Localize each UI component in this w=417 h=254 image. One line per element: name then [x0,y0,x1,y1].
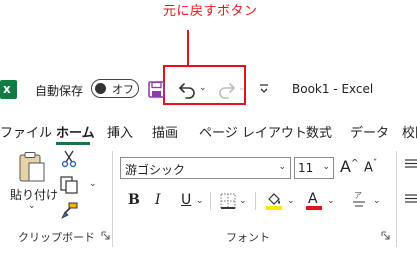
save-icon[interactable] [148,81,165,98]
document-title: Book1 - Excel [292,82,374,96]
font-name-dropdown-chevron-icon[interactable]: ⌄ [278,162,286,172]
font-group-label: フォント [226,231,270,244]
redo-dropdown-chevron-icon[interactable]: ⌄ [238,83,246,93]
tab-file[interactable]: ファイル [0,122,52,141]
clipboard-group-label: クリップボード [18,231,95,244]
group-separator [112,151,113,247]
toolbar-divider [255,192,256,210]
clipboard-launcher-icon[interactable] [101,231,110,240]
fill-color-dropdown-chevron-icon[interactable]: ⌄ [287,196,295,206]
format-painter-icon[interactable] [61,202,78,219]
increase-font-size-button[interactable]: A^ [340,157,359,176]
borders-icon[interactable] [220,193,236,209]
ribbon-tabs: ファイル ホーム 挿入 描画 ページ レイアウト 数式 データ 校閲 [0,115,417,145]
annotation-label: 元に戻すボタン [163,4,258,19]
tab-data[interactable]: データ [350,122,389,141]
customize-qat-icon[interactable] [258,82,270,96]
autosave-label: 自動保存 [35,84,84,98]
phonetic-glyph: ア [354,191,362,200]
bold-button[interactable]: B [128,192,140,208]
undo-dropdown-chevron-icon[interactable]: ⌄ [199,83,207,93]
phonetic-dropdown-chevron-icon[interactable]: ⌄ [373,196,381,206]
fill-color-icon[interactable] [265,191,283,211]
font-name-value: 游ゴシック [125,163,186,177]
tab-draw[interactable]: 描画 [152,122,178,141]
align-top-icon[interactable] [405,159,417,169]
quick-access-toolbar: x 自動保存 オフ ⌄ ⌄ Book1 - Excel [0,70,417,110]
redo-icon[interactable] [216,79,238,101]
underline-button[interactable]: U [181,192,191,208]
annotation-line [187,30,189,66]
ribbon-home: 貼り付け ⌄ ⌄ クリップボード 游ゴシック ⌄ 11 ⌄ A^ Aˇ B I … [0,145,417,254]
cut-icon[interactable] [61,150,77,168]
font-size-dropdown-chevron-icon[interactable]: ⌄ [322,162,330,172]
toolbar-divider [210,192,211,210]
tab-formulas[interactable]: 数式 [306,122,332,141]
tab-page-layout[interactable]: ページ レイアウト [199,122,307,141]
tab-review[interactable]: 校閲 [402,122,417,141]
tab-home[interactable]: ホーム [56,122,95,141]
borders-dropdown-chevron-icon[interactable]: ⌄ [239,196,247,206]
autosave-toggle[interactable]: オフ [91,79,139,98]
font-size-value: 11 [298,161,314,175]
tab-insert[interactable]: 挿入 [107,122,133,141]
font-size-combobox[interactable]: 11 ⌄ [294,157,334,179]
italic-button[interactable]: I [155,192,161,208]
decrease-font-size-button[interactable]: Aˇ [364,159,377,175]
font-color-icon[interactable]: A [305,189,323,211]
undo-icon[interactable] [176,79,198,101]
group-separator [396,151,397,247]
toggle-knob [95,83,106,94]
excel-logo-icon: x [0,80,17,99]
paste-dropdown-chevron-icon[interactable]: ⌄ [28,201,36,211]
font-color-dropdown-chevron-icon[interactable]: ⌄ [327,196,335,206]
phonetic-guide-icon[interactable]: ア [350,189,368,211]
autosave-state: オフ [112,83,134,96]
font-color-glyph: A [308,191,318,207]
grow-font-glyph: A [340,157,351,176]
copy-dropdown-chevron-icon[interactable]: ⌄ [89,179,97,189]
align-left-icon[interactable] [405,194,417,204]
copy-icon[interactable] [60,176,78,194]
underline-dropdown-chevron-icon[interactable]: ⌄ [196,196,204,206]
font-launcher-icon[interactable] [381,231,390,240]
shrink-font-glyph: A [364,160,373,176]
paste-icon[interactable] [18,151,46,183]
font-name-combobox[interactable]: 游ゴシック ⌄ [120,157,291,179]
